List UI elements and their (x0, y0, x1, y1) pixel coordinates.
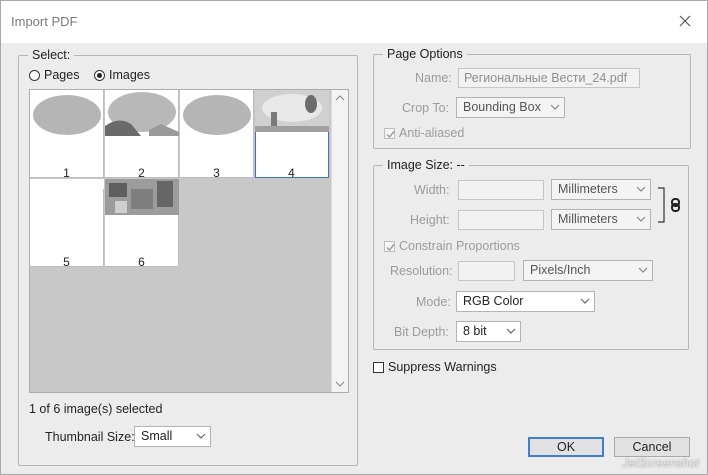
thumbnail-6-image (105, 179, 179, 225)
chevron-down-icon (636, 216, 646, 222)
thumbnail-size-value: Small (141, 429, 173, 443)
mode-select[interactable]: RGB Color (456, 291, 595, 312)
width-label: Width: (414, 183, 450, 197)
pages-radio[interactable]: Pages (29, 68, 79, 82)
window-title: Import PDF (11, 14, 78, 29)
resolution-unit-value: Pixels/Inch (530, 263, 591, 277)
thumbnail-5[interactable]: 5 (30, 179, 104, 269)
thumbnail-size-select[interactable]: Small (134, 426, 211, 447)
height-label: Height: (410, 213, 450, 227)
thumbnail-3-number: 3 (213, 166, 220, 180)
name-value: Региональные Вести_24.pdf (464, 71, 628, 85)
thumbnail-4-image (255, 90, 329, 136)
mode-label: Mode: (416, 295, 451, 309)
thumbnail-3[interactable]: 3 (180, 90, 254, 180)
page-options-legend: Page Options (387, 47, 463, 61)
resolution-field (458, 261, 515, 281)
images-radio-dot[interactable] (94, 69, 105, 81)
thumbnail-2-number: 2 (138, 166, 145, 180)
thumbnail-scrollbar[interactable] (331, 90, 348, 392)
title-bar: Import PDF (1, 1, 707, 43)
anti-aliased-checkbox[interactable]: Anti-aliased (384, 126, 464, 140)
selection-status: 1 of 6 image(s) selected (29, 402, 163, 416)
thumbnail-5-number: 5 (63, 255, 70, 269)
images-radio[interactable]: Images (94, 68, 150, 82)
resolution-label: Resolution: (390, 264, 453, 278)
anti-aliased-label: Anti-aliased (399, 126, 465, 140)
constrain-proportions-label: Constrain Proportions (399, 239, 520, 253)
cancel-button[interactable]: Cancel (614, 437, 690, 457)
constrain-proportions-box[interactable] (384, 240, 395, 252)
crop-to-value: Bounding Box (463, 100, 541, 114)
thumbnail-grid: 1 2 3 4 5 6 (30, 90, 332, 392)
thumbnail-6[interactable]: 6 (105, 179, 179, 269)
thumbnail-6-number: 6 (138, 255, 145, 269)
checkmark-icon (386, 130, 395, 138)
bit-depth-select[interactable]: 8 bit (456, 321, 521, 342)
thumbnail-2[interactable]: 2 (105, 90, 179, 180)
pages-radio-label: Pages (44, 68, 80, 82)
thumbnail-3-image (180, 90, 254, 136)
suppress-warnings-box[interactable] (373, 361, 384, 373)
chevron-down-icon (636, 186, 646, 192)
scroll-up-icon[interactable] (332, 90, 348, 106)
constrain-proportions-checkbox[interactable]: Constrain Proportions (384, 239, 520, 253)
suppress-warnings-label: Suppress Warnings (388, 360, 497, 374)
chevron-down-icon (506, 328, 516, 334)
chevron-down-icon (196, 433, 206, 439)
images-radio-label: Images (109, 68, 150, 82)
watermark: JetScreenshot (622, 456, 699, 470)
thumbnail-panel[interactable]: 1 2 3 4 5 6 (29, 89, 349, 393)
pages-radio-dot[interactable] (29, 69, 40, 81)
crop-to-label: Crop To: (402, 101, 450, 115)
resolution-unit-select[interactable]: Pixels/Inch (523, 260, 653, 281)
checkmark-icon (386, 243, 395, 251)
anti-aliased-box[interactable] (384, 127, 395, 139)
thumbnail-1-image (30, 90, 104, 136)
width-unit-value: Millimeters (558, 182, 618, 196)
bit-depth-label: Bit Depth: (394, 325, 449, 339)
thumbnail-size-label: Thumbnail Size: (45, 430, 135, 444)
height-unit-value: Millimeters (558, 212, 618, 226)
bit-depth-value: 8 bit (463, 324, 487, 338)
mode-value: RGB Color (463, 294, 524, 308)
width-unit-select[interactable]: Millimeters (551, 179, 651, 200)
suppress-warnings-checkbox[interactable]: Suppress Warnings (373, 360, 497, 374)
thumbnail-2-image (105, 90, 179, 136)
constrain-link-icon (658, 187, 680, 223)
image-size-legend: Image Size: -- (387, 158, 465, 172)
import-pdf-dialog: Import PDF Select: Pages Images 1 2 3 4 … (0, 0, 708, 475)
thumbnail-4-number: 4 (288, 166, 295, 180)
width-field (458, 180, 544, 200)
chevron-down-icon (550, 104, 560, 110)
name-field: Региональные Вести_24.pdf (458, 68, 640, 88)
chevron-down-icon (580, 298, 590, 304)
thumbnail-4[interactable]: 4 (255, 90, 329, 180)
select-legend: Select: (32, 48, 71, 62)
thumbnail-1-number: 1 (63, 166, 70, 180)
thumbnail-5-image (30, 179, 104, 225)
height-field (458, 210, 544, 230)
thumbnail-1[interactable]: 1 (30, 90, 104, 180)
height-unit-select[interactable]: Millimeters (551, 209, 651, 230)
close-icon[interactable] (675, 11, 695, 31)
ok-button[interactable]: OK (528, 437, 604, 457)
crop-to-select[interactable]: Bounding Box (456, 97, 565, 118)
name-label: Name: (415, 71, 452, 85)
scroll-down-icon[interactable] (332, 376, 348, 392)
chevron-down-icon (638, 267, 648, 273)
